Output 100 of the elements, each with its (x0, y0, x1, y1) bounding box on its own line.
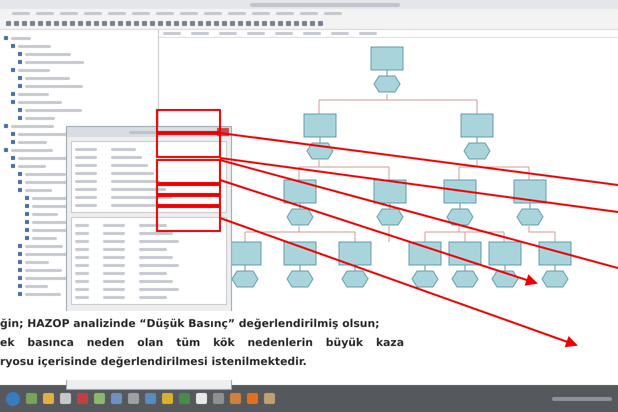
taskbar-app-icon[interactable] (43, 393, 54, 404)
tree-node-icon[interactable] (18, 84, 22, 88)
taskbar-app-icon[interactable] (162, 393, 173, 404)
taskbar-app-icon[interactable] (94, 393, 105, 404)
tree-node-icon[interactable] (25, 196, 29, 200)
blurred-tree-label[interactable] (25, 292, 61, 296)
tree-node-icon[interactable] (18, 260, 22, 264)
taskbar-app-icon[interactable] (230, 393, 241, 404)
blurred-tree-label[interactable] (11, 36, 31, 40)
blurred-menu-item[interactable] (156, 12, 174, 15)
taskbar-app-icon[interactable] (213, 393, 224, 404)
blurred-tree-label[interactable] (25, 116, 55, 120)
blurred-tab[interactable] (303, 32, 321, 35)
blurred-menu-item[interactable] (252, 12, 270, 15)
tree-node-icon[interactable] (18, 188, 22, 192)
blurred-tree-label[interactable] (25, 84, 83, 88)
tree-node-icon[interactable] (25, 204, 29, 208)
taskbar-app-icon[interactable] (145, 393, 156, 404)
taskbar-app-icon[interactable] (111, 393, 122, 404)
tree-node-icon[interactable] (18, 276, 22, 280)
tree-node-icon[interactable] (18, 108, 22, 112)
blurred-tree-label[interactable] (25, 284, 48, 288)
blurred-tree-label[interactable] (18, 44, 51, 48)
tree-node-icon[interactable] (25, 212, 29, 216)
blurred-tree-label[interactable] (25, 108, 82, 112)
blurred-tree-label[interactable] (18, 68, 50, 72)
taskbar-app-icon[interactable] (77, 393, 88, 404)
tree-node-icon[interactable] (11, 132, 15, 136)
blurred-menu-item[interactable] (60, 12, 78, 15)
tree-node-icon[interactable] (25, 228, 29, 232)
blurred-tree-label[interactable] (25, 260, 49, 264)
blurred-tab[interactable] (219, 32, 237, 35)
blurred-tab[interactable] (163, 32, 181, 35)
blurred-cell-text (75, 264, 89, 266)
blurred-tab[interactable] (247, 32, 265, 35)
blurred-tree-label[interactable] (25, 244, 63, 248)
blurred-menu-item[interactable] (300, 12, 318, 15)
blurred-tab[interactable] (191, 32, 209, 35)
blurred-tree-label[interactable] (32, 236, 57, 240)
tree-node-icon[interactable] (18, 252, 22, 256)
blurred-tree-label[interactable] (18, 100, 62, 104)
blurred-tree-label[interactable] (25, 76, 70, 80)
tree-node-icon[interactable] (4, 148, 8, 152)
tree-node-icon[interactable] (18, 116, 22, 120)
blurred-menu-item[interactable] (132, 12, 150, 15)
blurred-menu-item[interactable] (36, 12, 54, 15)
blurred-tree-label[interactable] (18, 164, 46, 168)
tree-node-icon[interactable] (18, 60, 22, 64)
tree-node-icon[interactable] (11, 164, 15, 168)
blurred-tree-label[interactable] (25, 172, 66, 176)
blurred-menu-item[interactable] (180, 12, 198, 15)
blurred-tree-label[interactable] (25, 268, 62, 272)
tree-node-icon[interactable] (18, 268, 22, 272)
tree-node-icon[interactable] (11, 140, 15, 144)
blurred-menu-item[interactable] (228, 12, 246, 15)
blurred-menu-item[interactable] (12, 12, 30, 15)
tree-node-icon[interactable] (18, 180, 22, 184)
blurred-tree-label[interactable] (32, 212, 58, 216)
blurred-tree-label[interactable] (18, 92, 49, 96)
tree-node-icon[interactable] (11, 68, 15, 72)
blurred-tree-label[interactable] (11, 124, 54, 128)
tree-node-icon[interactable] (18, 244, 22, 248)
blurred-cell-text (103, 240, 125, 242)
tree-node-icon[interactable] (11, 92, 15, 96)
blurred-menu-item[interactable] (324, 12, 342, 15)
blurred-tree-label[interactable] (18, 140, 47, 144)
blurred-cell-text (139, 248, 167, 250)
blurred-menu-item[interactable] (204, 12, 222, 15)
blurred-tab[interactable] (275, 32, 293, 35)
taskbar-app-icon[interactable] (264, 393, 275, 404)
tree-node-icon[interactable] (18, 284, 22, 288)
tree-node-icon[interactable] (4, 36, 8, 40)
blurred-tree-label[interactable] (25, 188, 52, 192)
tree-node-icon[interactable] (25, 220, 29, 224)
blurred-menu-item[interactable] (84, 12, 102, 15)
blurred-tree-label[interactable] (25, 60, 84, 64)
caption-text: ryosu içerisinde değerlendirilmesi istenilmektedir. (0, 354, 308, 370)
tree-node-icon[interactable] (18, 52, 22, 56)
blurred-menu-item[interactable] (276, 12, 294, 15)
blurred-tree-label[interactable] (11, 148, 53, 152)
tree-node-icon[interactable] (18, 76, 22, 80)
taskbar-app-icon[interactable] (128, 393, 139, 404)
tree-node-icon[interactable] (11, 100, 15, 104)
blurred-tab[interactable] (331, 32, 349, 35)
blurred-tree-label[interactable] (25, 52, 71, 56)
tree-node-icon[interactable] (25, 236, 29, 240)
tree-node-icon[interactable] (4, 124, 8, 128)
taskbar-app-icon[interactable] (179, 393, 190, 404)
start-icon[interactable] (6, 392, 20, 406)
taskbar-app-icon[interactable] (26, 393, 37, 404)
blurred-cell-text (139, 240, 179, 242)
tree-node-icon[interactable] (18, 172, 22, 176)
taskbar-app-icon[interactable] (247, 393, 258, 404)
tree-node-icon[interactable] (18, 292, 22, 296)
blurred-menu-item[interactable] (108, 12, 126, 15)
blurred-tab[interactable] (359, 32, 377, 35)
taskbar-app-icon[interactable] (60, 393, 71, 404)
tree-node-icon[interactable] (11, 44, 15, 48)
tree-node-icon[interactable] (11, 156, 15, 160)
taskbar-app-icon[interactable] (196, 393, 207, 404)
